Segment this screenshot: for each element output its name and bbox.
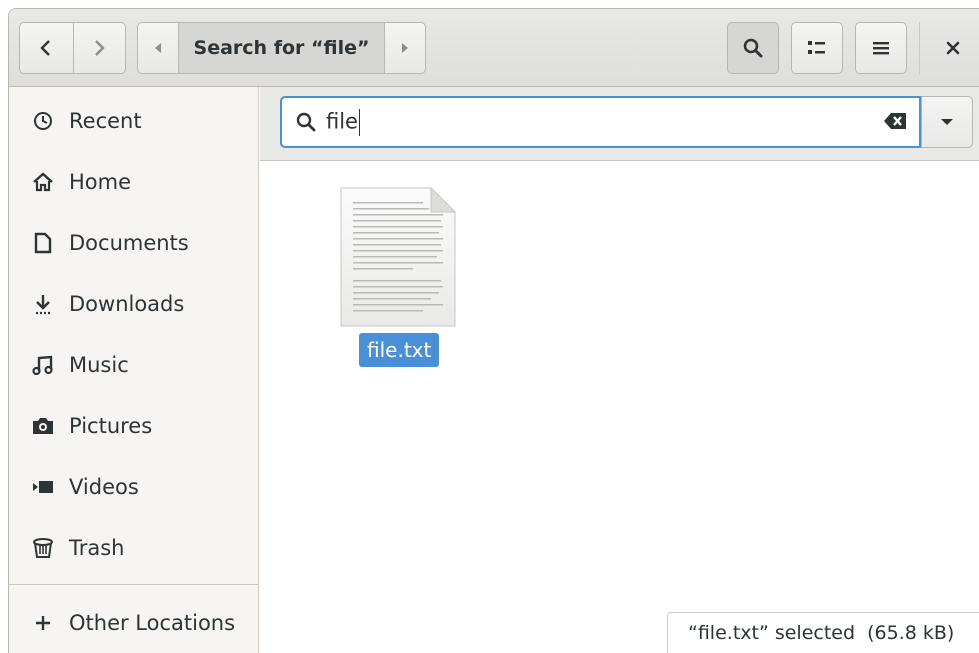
file-view: file.txt	[260, 162, 979, 653]
close-icon	[946, 41, 960, 55]
sidebar-item-label: Music	[69, 353, 129, 377]
sidebar-item-label: Recent	[69, 109, 142, 133]
navigation-buttons	[19, 22, 126, 74]
sidebar-item-label: Documents	[69, 231, 189, 255]
list-view-icon	[808, 41, 825, 54]
sidebar-item-recent[interactable]: Recent	[9, 93, 258, 149]
sidebar-item-music[interactable]: Music	[9, 337, 258, 393]
sidebar-item-downloads[interactable]: Downloads	[9, 276, 258, 332]
sidebar-item-label: Home	[69, 170, 132, 194]
clock-icon	[31, 109, 55, 133]
sidebar-item-home[interactable]: Home	[9, 154, 258, 210]
header-separator	[919, 22, 920, 74]
chevron-right-icon	[95, 40, 105, 56]
view-toggle-button[interactable]	[791, 22, 843, 74]
path-scroll-left-button[interactable]	[138, 23, 178, 73]
search-icon	[743, 38, 763, 58]
sidebar-item-pictures[interactable]: Pictures	[9, 398, 258, 454]
clear-search-icon[interactable]	[883, 110, 909, 136]
selection-status: “file.txt” selected (65.8 kB)	[667, 612, 979, 653]
sidebar-item-other-locations[interactable]: Other Locations	[9, 595, 258, 651]
sidebar-item-label: Pictures	[69, 414, 153, 438]
forward-button[interactable]	[72, 23, 126, 73]
triangle-right-icon	[402, 43, 408, 53]
file-name-label[interactable]: file.txt	[359, 333, 440, 367]
search-location-dropdown-button[interactable]	[921, 96, 973, 148]
sidebar-item-label: Trash	[69, 536, 125, 560]
path-current-label: Search for “file”	[193, 37, 370, 59]
download-icon	[31, 292, 55, 316]
places-sidebar: Recent Home Documents Downloads Music Pi…	[9, 87, 259, 653]
chevron-left-icon	[40, 40, 51, 56]
search-input-value: file	[326, 109, 358, 133]
sidebar-item-documents[interactable]: Documents	[9, 215, 258, 271]
header-bar: Search for “file”	[9, 9, 979, 87]
path-scroll-right-button[interactable]	[385, 23, 425, 73]
sidebar-item-label: Other Locations	[69, 611, 236, 635]
sidebar-item-label: Downloads	[69, 292, 185, 316]
path-current-button[interactable]: Search for “file”	[178, 23, 385, 73]
sidebar-item-label: Videos	[69, 475, 139, 499]
text-file-icon	[340, 186, 457, 327]
search-toggle-button[interactable]	[727, 22, 779, 74]
plus-icon	[31, 611, 55, 635]
trash-icon	[31, 536, 55, 560]
hamburger-menu-icon	[873, 42, 889, 55]
text-cursor	[358, 108, 361, 136]
back-button[interactable]	[20, 23, 73, 73]
music-icon	[31, 353, 55, 377]
menu-button[interactable]	[855, 22, 907, 74]
search-bar: file	[260, 87, 979, 161]
triangle-left-icon	[155, 43, 161, 53]
search-input[interactable]: file	[280, 96, 921, 148]
camera-icon	[31, 414, 55, 438]
file-item[interactable]	[335, 184, 463, 336]
search-icon	[286, 111, 326, 133]
sidebar-item-trash[interactable]: Trash	[9, 520, 258, 576]
selection-status-text: “file.txt” selected (65.8 kB)	[688, 622, 955, 644]
document-icon	[31, 231, 55, 255]
sidebar-item-videos[interactable]: Videos	[9, 459, 258, 515]
file-chooser-window: Search for “file” Recent Home Documents …	[8, 8, 979, 653]
chevron-down-icon	[941, 119, 953, 125]
file-name-text: file.txt	[367, 338, 432, 362]
video-icon	[31, 475, 55, 499]
path-bar: Search for “file”	[137, 22, 426, 74]
sidebar-divider	[9, 584, 258, 585]
home-icon	[31, 170, 55, 194]
close-button[interactable]	[931, 22, 975, 74]
